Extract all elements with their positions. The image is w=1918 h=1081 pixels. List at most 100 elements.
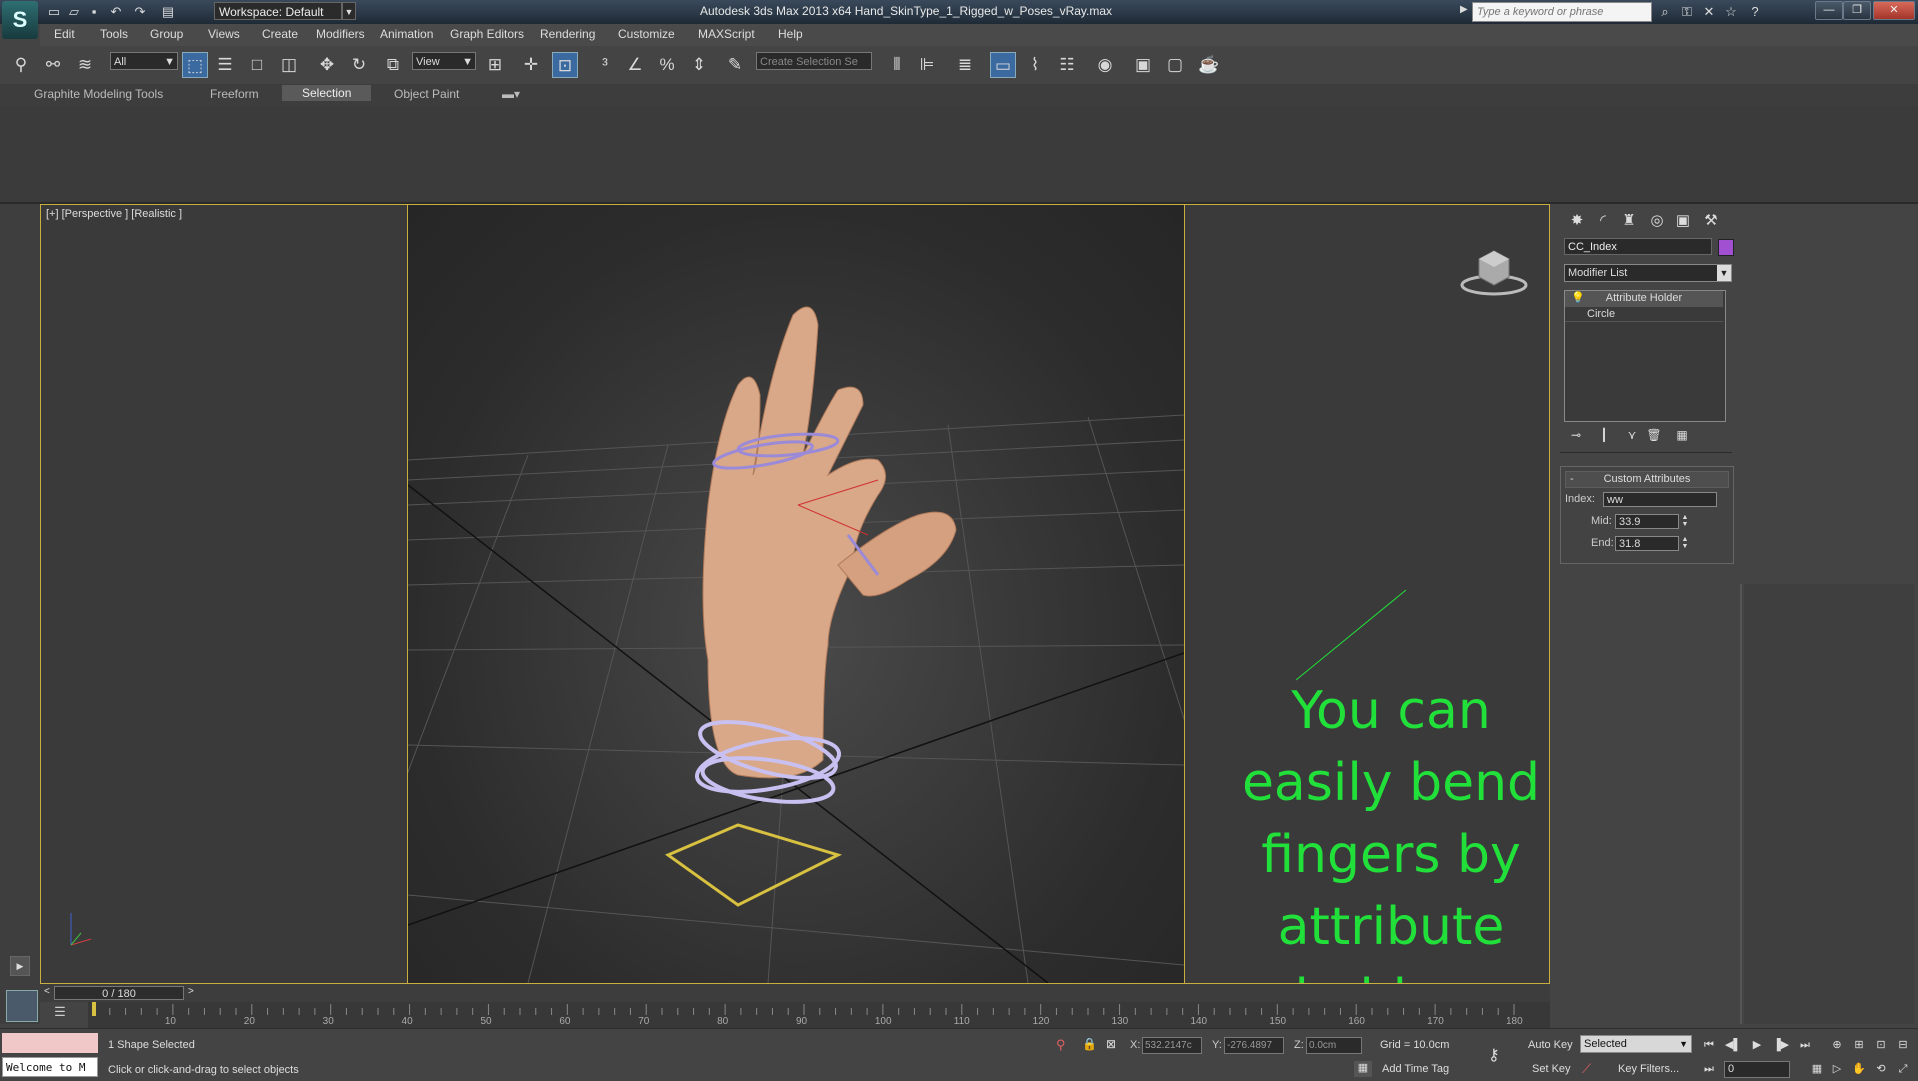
pin-stack-icon[interactable]: ⊸ <box>1566 426 1586 444</box>
link-icon[interactable]: ⚲ <box>8 52 34 78</box>
minimize-button[interactable]: — <box>1815 1 1843 20</box>
lightbulb-icon[interactable]: 💡 <box>1571 291 1585 306</box>
go-to-start-icon[interactable]: ⏮ <box>1700 1037 1718 1053</box>
track-bar[interactable]: 10 20 30 40 50 60 70 80 90 100 110 120 130 140 150 160 1… <box>88 1002 1550 1028</box>
edit-named-selection-icon[interactable]: ✎ <box>722 52 748 78</box>
select-object-icon[interactable]: ⬚ <box>182 52 208 78</box>
rotate-icon[interactable]: ↻ <box>346 52 372 78</box>
menu-graph-editors[interactable]: Graph Editors <box>450 27 524 41</box>
perspective-viewport[interactable]: [+] [Perspective ] [Realistic ] You can … <box>40 204 1550 984</box>
x-coordinate-field[interactable]: 532.2147c <box>1142 1037 1202 1054</box>
undo-icon[interactable]: ↶ <box>108 4 124 20</box>
motion-tab-icon[interactable]: ◎ <box>1646 210 1668 232</box>
create-tab-icon[interactable]: ✸ <box>1566 210 1588 232</box>
rectangular-selection-icon[interactable]: □ <box>244 52 270 78</box>
keyboard-shortcut-icon[interactable]: ⊡ <box>552 52 578 78</box>
project-folder-icon[interactable]: ▤ <box>160 4 176 20</box>
show-end-result-icon[interactable]: ┃ <box>1594 426 1614 444</box>
open-mini-curve-editor-icon[interactable]: ☰ <box>50 1004 70 1024</box>
layer-manager-icon[interactable]: ≣ <box>952 52 978 78</box>
next-frame-icon[interactable]: ▐▶ <box>1772 1037 1790 1053</box>
remove-modifier-icon[interactable]: 🗑 <box>1644 426 1664 444</box>
time-configuration-icon[interactable]: ▦ <box>1808 1061 1826 1077</box>
selection-filter-dropdown[interactable]: All ▼ <box>110 52 178 70</box>
menu-group[interactable]: Group <box>150 27 183 41</box>
play-icon[interactable]: ▶ <box>1748 1037 1766 1053</box>
previous-frame-icon[interactable]: ◀▌ <box>1724 1037 1742 1053</box>
schematic-view-icon[interactable]: ☷ <box>1054 52 1080 78</box>
menu-views[interactable]: Views <box>208 27 240 41</box>
panel-scrollbar[interactable] <box>1740 584 1742 1024</box>
end-spinner-arrows-icon[interactable]: ▲ ▼ <box>1681 536 1689 550</box>
binoculars-icon[interactable]: ⌕ <box>1656 3 1674 21</box>
rollout-header[interactable]: - Custom Attributes <box>1565 471 1729 488</box>
maxscript-listener-output[interactable] <box>2 1033 98 1053</box>
index-field[interactable] <box>1603 492 1717 507</box>
bind-space-warp-icon[interactable]: ≋ <box>72 52 98 78</box>
make-unique-icon[interactable]: ⋎ <box>1622 426 1642 444</box>
mid-spinner-arrows-icon[interactable]: ▲ ▼ <box>1681 514 1689 528</box>
absolute-mode-icon[interactable]: ⊠ <box>1106 1037 1116 1051</box>
lock-selection-icon[interactable]: 🔒 <box>1082 1037 1097 1051</box>
tab-graphite-modeling-tools[interactable]: Graphite Modeling Tools <box>34 87 163 101</box>
end-spinner-field[interactable] <box>1615 536 1679 551</box>
window-crossing-icon[interactable]: ◫ <box>276 52 302 78</box>
snaps-toggle-icon[interactable]: ³ <box>592 52 618 78</box>
ribbon-options-icon[interactable]: ▬▾ <box>502 87 520 101</box>
hand-model[interactable] <box>702 306 957 779</box>
angle-snap-icon[interactable]: ∠ <box>622 52 648 78</box>
select-by-name-icon[interactable]: ☰ <box>212 52 238 78</box>
app-logo-icon[interactable]: S <box>2 1 38 39</box>
object-name-input[interactable] <box>1564 238 1712 255</box>
graphite-toggle-icon[interactable]: ▭ <box>990 52 1016 78</box>
save-file-icon[interactable]: ▪ <box>86 4 102 20</box>
workspace-dropdown[interactable]: Workspace: Default <box>214 2 342 20</box>
modify-tab-icon[interactable]: ◜ <box>1592 210 1614 232</box>
y-coordinate-field[interactable]: -276.4897 <box>1224 1037 1284 1054</box>
scale-icon[interactable]: ⧉ <box>380 52 406 78</box>
pan-view-icon[interactable]: ✋ <box>1850 1061 1868 1077</box>
zoom-extents-icon[interactable]: ⊡ <box>1872 1037 1890 1053</box>
tab-object-paint[interactable]: Object Paint <box>394 87 459 101</box>
hierarchy-tab-icon[interactable]: ♜ <box>1618 210 1640 232</box>
mid-spinner-field[interactable] <box>1615 514 1679 529</box>
redo-icon[interactable]: ↷ <box>132 4 148 20</box>
zoom-all-icon[interactable]: ⊞ <box>1850 1037 1868 1053</box>
go-to-end-icon[interactable]: ⏭ <box>1796 1037 1814 1053</box>
current-frame-field[interactable]: 0 <box>1724 1061 1790 1078</box>
viewcube-icon[interactable] <box>1459 239 1529 299</box>
menu-edit[interactable]: Edit <box>54 27 75 41</box>
object-color-swatch[interactable] <box>1718 239 1734 256</box>
orbit-icon[interactable]: ⟲ <box>1872 1061 1890 1077</box>
zoom-extents-all-icon[interactable]: ⊟ <box>1894 1037 1912 1053</box>
subscription-icon[interactable]: ⚿ <box>1678 3 1696 21</box>
chevron-down-icon[interactable]: ▼ <box>342 2 356 20</box>
mirror-icon[interactable]: ⫴ <box>884 52 910 78</box>
next-frame-icon[interactable]: > <box>188 986 194 997</box>
menu-help[interactable]: Help <box>778 27 803 41</box>
menu-tools[interactable]: Tools <box>100 27 128 41</box>
menu-customize[interactable]: Customize <box>618 27 675 41</box>
menu-create[interactable]: Create <box>262 27 298 41</box>
key-filters-button[interactable]: Key Filters... <box>1618 1063 1679 1075</box>
search-expand-icon[interactable]: ▶ <box>1460 4 1468 15</box>
time-slider[interactable]: 0 / 180 <box>54 986 184 1000</box>
time-tag-icon[interactable]: ▦ <box>1354 1061 1372 1077</box>
percent-snap-icon[interactable]: % <box>654 52 680 78</box>
menu-maxscript[interactable]: MAXScript <box>698 27 755 41</box>
move-icon[interactable]: ✥ <box>314 52 340 78</box>
unlink-icon[interactable]: ⚯ <box>40 52 66 78</box>
prev-frame-icon[interactable]: < <box>44 986 50 997</box>
current-time-marker[interactable] <box>92 1002 96 1016</box>
pivot-center-icon[interactable]: ⊞ <box>482 52 508 78</box>
utilities-tab-icon[interactable]: ⚒ <box>1700 210 1722 232</box>
maxscript-listener-input[interactable]: Welcome to M <box>2 1057 98 1077</box>
menu-animation[interactable]: Animation <box>380 27 433 41</box>
render-teapot-icon[interactable]: ☕ <box>1196 52 1222 78</box>
display-tab-icon[interactable]: ▣ <box>1672 210 1694 232</box>
communication-icon[interactable]: ✕ <box>1700 3 1718 21</box>
new-file-icon[interactable]: ▭ <box>46 4 62 20</box>
stack-item-attribute-holder[interactable]: 💡 Attribute Holder <box>1565 291 1723 307</box>
auto-key-button[interactable]: Auto Key <box>1528 1039 1573 1051</box>
key-selection-dropdown[interactable]: Selected ▼ <box>1580 1035 1692 1053</box>
